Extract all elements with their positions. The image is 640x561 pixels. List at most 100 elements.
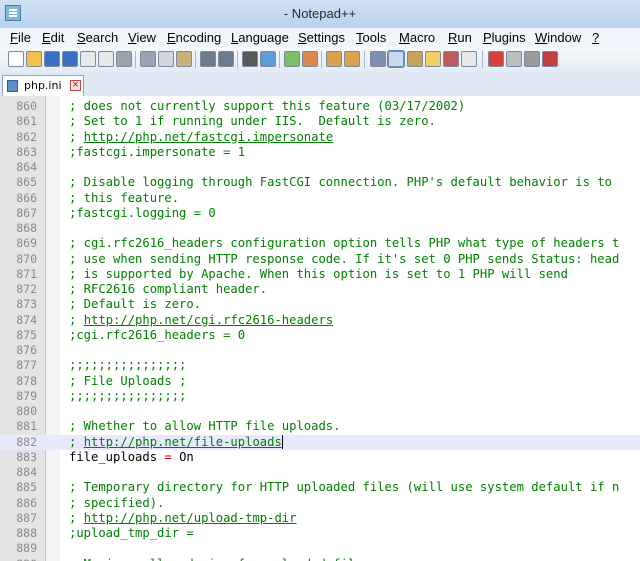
code-line[interactable]: 879;;;;;;;;;;;;;;;;	[0, 389, 640, 404]
doc-link[interactable]: http://php.net/upload-tmp-dir	[84, 511, 297, 525]
menu-settings[interactable]: Settings	[298, 30, 345, 45]
code-text: ;fastcgi.impersonate = 1	[69, 144, 246, 159]
code-line[interactable]: 887; http://php.net/upload-tmp-dir	[0, 511, 640, 526]
menu-help[interactable]: ?	[592, 30, 599, 45]
menu-edit[interactable]: Edit	[42, 30, 64, 45]
tab-close-icon[interactable]: ×	[70, 80, 81, 91]
new-file-icon[interactable]	[8, 51, 24, 67]
code-line[interactable]: 878 ; File Uploads ;	[0, 374, 640, 389]
comment-prefix: ;	[69, 510, 84, 525]
code-line[interactable]: 884	[0, 465, 640, 480]
save-all-icon[interactable]	[62, 51, 78, 67]
code-line[interactable]: 865 ; Disable logging through FastCGI con…	[0, 175, 640, 190]
record-macro-icon[interactable]	[488, 51, 504, 67]
print-icon[interactable]	[116, 51, 132, 67]
paste-icon[interactable]	[176, 51, 192, 67]
menu-run[interactable]: Run	[448, 30, 472, 45]
playback-icon[interactable]	[524, 51, 540, 67]
line-number: 883	[16, 449, 37, 464]
code-text: ; Disable logging through FastCGI connec…	[69, 175, 612, 190]
code-line[interactable]: 867 ;fastcgi.logging = 0	[0, 206, 640, 221]
code-line[interactable]: 888 ;upload_tmp_dir =	[0, 526, 640, 541]
code-line[interactable]: 874; http://php.net/cgi.rfc2616-headers	[0, 313, 640, 328]
code-line[interactable]: 885 ; Temporary directory for HTTP upload…	[0, 480, 640, 495]
editor-area[interactable]: 860 ; does not currently support this fea…	[0, 96, 640, 561]
menu-tools[interactable]: Tools	[356, 30, 386, 45]
cut-icon[interactable]	[140, 51, 156, 67]
menu-view[interactable]: View	[128, 30, 156, 45]
menu-encoding[interactable]: Encoding	[167, 30, 221, 45]
code-line[interactable]: 863 ;fastcgi.impersonate = 1	[0, 145, 640, 160]
tab-label: php.ini	[24, 79, 62, 92]
code-text: ; http://php.net/file-uploads	[69, 435, 282, 450]
sync-horizontal-icon[interactable]	[344, 51, 360, 67]
window-title: - Notepad++	[283, 6, 357, 21]
close-icon[interactable]	[80, 51, 96, 67]
copy-icon[interactable]	[158, 51, 174, 67]
title-bar: - Notepad++	[0, 0, 640, 28]
code-line[interactable]: 860 ; does not currently support this fea…	[0, 99, 640, 114]
code-line[interactable]: 873 ; Default is zero.	[0, 297, 640, 312]
stop-record-icon[interactable]	[506, 51, 522, 67]
open-file-icon[interactable]	[26, 51, 42, 67]
code-line[interactable]: 871 ; is supported by Apache. When this o…	[0, 267, 640, 282]
line-number: 878	[16, 373, 37, 388]
close-all-icon[interactable]	[98, 51, 114, 67]
doc-link[interactable]: http://php.net/fastcgi.impersonate	[84, 130, 333, 144]
code-line[interactable]: 876	[0, 343, 640, 358]
doc-link[interactable]: http://php.net/cgi.rfc2616-headers	[84, 313, 333, 327]
menu-search[interactable]: Search	[77, 30, 118, 45]
current-line[interactable]: 882; http://php.net/file-uploads	[0, 434, 640, 450]
code-line[interactable]: 864	[0, 160, 640, 175]
zoom-in-icon[interactable]	[284, 51, 300, 67]
undo-icon[interactable]	[200, 51, 216, 67]
show-all-chars-icon[interactable]	[387, 50, 405, 68]
zoom-out-icon[interactable]	[302, 51, 318, 67]
code-line[interactable]: 870 ; use when sending HTTP response code…	[0, 252, 640, 267]
menu-window[interactable]: Window	[535, 30, 581, 45]
line-number: 868	[16, 221, 37, 235]
code-line[interactable]: 877;;;;;;;;;;;;;;;;	[0, 358, 640, 373]
code-line[interactable]: 872 ; RFC2616 compliant header.	[0, 282, 640, 297]
run-macro-icon[interactable]	[542, 51, 558, 67]
indent-guide-icon[interactable]	[407, 51, 423, 67]
toolbar-separator	[237, 51, 238, 68]
code-text: ; does not currently support this featur…	[69, 99, 466, 113]
replace-icon[interactable]	[260, 51, 276, 67]
code-text: ; Maximum allowed size for uploaded file…	[69, 557, 377, 561]
code-line[interactable]: 889	[0, 541, 640, 556]
function-list-icon[interactable]	[461, 51, 477, 67]
sync-vertical-icon[interactable]	[326, 51, 342, 67]
user-language-icon[interactable]	[425, 51, 441, 67]
code-line[interactable]: 881 ; Whether to allow HTTP file uploads.	[0, 419, 640, 434]
find-icon[interactable]	[242, 51, 258, 67]
line-number: 874	[16, 312, 37, 327]
code-line[interactable]: 869 ; cgi.rfc2616_headers configuration o…	[0, 236, 640, 251]
code-text: ;fastcgi.logging = 0	[69, 205, 216, 220]
code-line[interactable]: 875 ;cgi.rfc2616_headers = 0	[0, 328, 640, 343]
menu-plugins[interactable]: Plugins	[483, 30, 526, 45]
tab-php-ini[interactable]: php.ini ×	[2, 75, 84, 96]
toolbar	[0, 47, 640, 73]
menu-macro[interactable]: Macro	[399, 30, 435, 45]
code-line[interactable]: 886 ; specified).	[0, 496, 640, 511]
line-number: 861	[16, 114, 37, 129]
save-icon[interactable]	[44, 51, 60, 67]
code-line[interactable]: 862; http://php.net/fastcgi.impersonate	[0, 130, 640, 145]
code-line[interactable]: 880	[0, 404, 640, 419]
redo-icon[interactable]	[218, 51, 234, 67]
code-text: ; Whether to allow HTTP file uploads.	[69, 419, 341, 434]
code-text: ; Temporary directory for HTTP uploaded …	[69, 480, 620, 495]
menu-file[interactable]: File	[10, 30, 31, 45]
code-line[interactable]: 868	[0, 221, 640, 236]
doc-link[interactable]: http://php.net/file-uploads	[84, 435, 282, 449]
code-line[interactable]: 861 ; Set to 1 if running under IIS. Defa…	[0, 114, 640, 129]
word-wrap-icon[interactable]	[370, 51, 386, 67]
line-number: 865	[16, 175, 37, 190]
menu-language[interactable]: Language	[231, 30, 289, 45]
code-line[interactable]: 866 ; this feature.	[0, 191, 640, 206]
code-line[interactable]: 883 file_uploads = On	[0, 450, 640, 465]
toolbar-separator	[279, 51, 280, 68]
code-line[interactable]: 890 ; Maximum allowed size for uploaded f…	[0, 557, 640, 561]
doc-map-icon[interactable]	[443, 51, 459, 67]
